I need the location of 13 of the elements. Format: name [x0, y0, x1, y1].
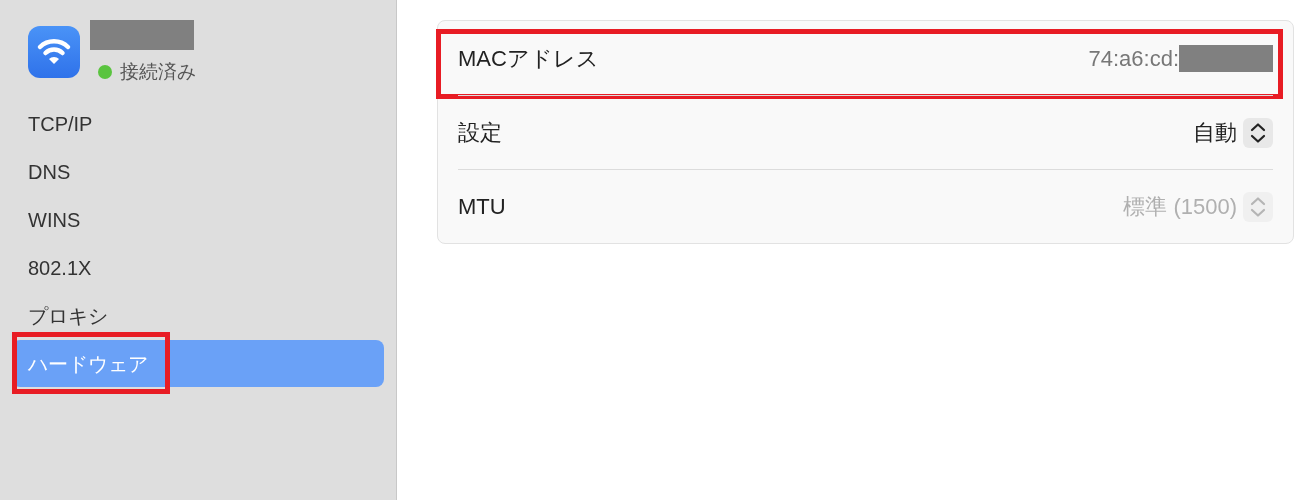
setting-label: MTU [458, 193, 506, 221]
stepper-icon[interactable] [1243, 117, 1273, 148]
sidebar-item[interactable]: DNS [12, 148, 384, 195]
setting-label: 設定 [458, 119, 502, 147]
sidebar-item[interactable]: TCP/IP [12, 100, 384, 147]
sidebar-item[interactable]: WINS [12, 196, 384, 243]
sidebar-item[interactable]: プロキシ [12, 292, 384, 339]
mac-address: 74:a6:cd: [1088, 44, 1179, 73]
connection-status: 接続済み [120, 60, 196, 84]
wifi-icon [28, 26, 80, 78]
sidebar-item[interactable]: 802.1X [12, 244, 384, 291]
setting-label: MACアドレス [458, 44, 599, 73]
popup-value[interactable]: 自動 [1193, 116, 1237, 149]
